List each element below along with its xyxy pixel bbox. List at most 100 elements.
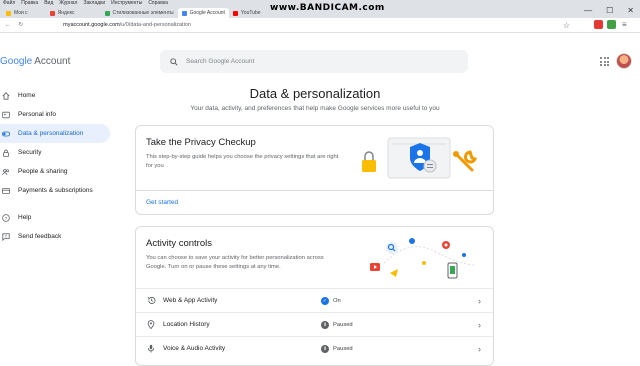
browser-tab-active[interactable]: Google Account — [177, 8, 229, 18]
activity-controls-illustration — [370, 238, 475, 279]
history-icon — [146, 296, 156, 305]
get-started-link[interactable]: Get started — [136, 190, 493, 215]
privacy-checkup-illustration — [362, 137, 478, 179]
logo-wordmark: Google — [0, 56, 33, 67]
status-text: Paused — [333, 345, 353, 352]
tab-label: Мои с — [14, 10, 28, 16]
address-bar: ← ↻ myaccount.google.com/u/0/data-and-pe… — [0, 18, 640, 33]
search-icon — [170, 57, 178, 66]
sidebar-item-send-feedback[interactable]: Send feedback — [0, 227, 110, 246]
sidebar-item-label: People & sharing — [18, 168, 68, 175]
status-text: Paused — [333, 321, 353, 328]
sidebar-item-home[interactable]: Home — [0, 86, 110, 105]
tab-label: YouTube — [240, 10, 261, 16]
sidebar-item-people-sharing[interactable]: People & sharing — [0, 162, 110, 181]
menu-item-file[interactable]: Файл — [3, 0, 15, 7]
google-apps-icon[interactable] — [600, 57, 609, 66]
privacy-checkup-card: Take the Privacy Checkup This step-by-st… — [135, 125, 494, 215]
menu-icon[interactable]: ≡ — [622, 20, 631, 29]
check-icon: ✓ — [321, 296, 329, 305]
status-text: On — [333, 297, 341, 304]
menu-item-tools[interactable]: Инструменты — [111, 0, 142, 7]
toggle-icon — [2, 130, 10, 138]
recorder-watermark: www.BANDICAM.com — [270, 3, 385, 13]
pause-icon: Ⅱ — [321, 344, 329, 353]
menu-item-history[interactable]: Журнал — [59, 0, 77, 7]
browser-tab[interactable]: YouTube — [229, 8, 265, 18]
menu-item-help[interactable]: Справка — [148, 0, 168, 7]
home-icon — [2, 91, 10, 100]
search-placeholder: Search Google Account — [186, 58, 255, 65]
chevron-right-icon: › — [478, 319, 481, 330]
people-icon — [2, 168, 10, 176]
card-description: You can choose to save your activity for… — [146, 255, 324, 270]
avatar[interactable] — [616, 53, 632, 69]
sidebar-item-label: Help — [18, 214, 32, 221]
tab-label: Яндекс — [57, 10, 75, 16]
card-title: Activity controls — [146, 238, 212, 249]
status-badge: Ⅱ Paused — [321, 344, 353, 353]
activity-row-label: Web & App Activity — [163, 297, 218, 304]
feedback-icon — [2, 232, 10, 241]
browser-tab[interactable]: Мои с — [2, 8, 32, 18]
location-pin-icon — [146, 320, 156, 329]
close-icon[interactable]: ✕ — [627, 6, 634, 15]
sidebar-item-label: Personal info — [18, 111, 56, 118]
status-badge: Ⅱ Paused — [321, 320, 353, 329]
sidebar-item-personal-info[interactable]: Personal info — [0, 105, 110, 124]
card-icon — [2, 187, 10, 195]
tab-favicon-icon — [6, 10, 11, 16]
page-title: Data & personalization — [249, 86, 381, 101]
sidebar-item-payments[interactable]: Payments & subscriptions — [0, 181, 110, 200]
microphone-icon — [146, 344, 156, 353]
tab-favicon-icon — [104, 10, 110, 16]
activity-row-label: Location History — [163, 321, 210, 328]
chevron-right-icon: › — [478, 295, 481, 306]
extension-icon[interactable] — [607, 20, 616, 29]
tab-label: Google Account — [189, 10, 225, 16]
page-subtitle: Your data, activity, and preferences tha… — [190, 105, 440, 112]
extension-icon[interactable] — [594, 20, 603, 29]
sidebar-item-label: Data & personalization — [18, 130, 84, 137]
activity-row-web-app[interactable]: Web & App Activity ✓ On › — [136, 288, 493, 312]
url-field[interactable]: myaccount.google.com/u/0/data-and-person… — [63, 22, 191, 28]
activity-row-label: Voice & Audio Activity — [163, 345, 226, 352]
activity-controls-card: Activity controls You can choose to save… — [135, 226, 494, 366]
sidebar-item-data-personalization[interactable]: Data & personalization — [0, 124, 110, 143]
search-input[interactable]: Search Google Account — [160, 50, 468, 73]
activity-row-location-history[interactable]: Location History Ⅱ Paused › — [136, 312, 493, 336]
browser-tab[interactable]: Яндекс — [46, 8, 79, 18]
svg-text:?: ? — [5, 215, 8, 221]
sidebar-item-help[interactable]: ? Help — [0, 208, 110, 227]
tab-favicon-icon — [232, 10, 238, 16]
chevron-right-icon: › — [478, 343, 481, 354]
lock-icon — [2, 149, 10, 157]
card-description: This step-by-step guide helps you choose… — [146, 154, 339, 169]
tab-favicon-icon — [181, 10, 187, 16]
menu-item-view[interactable]: Вид — [44, 0, 53, 7]
logo-suffix: Account — [34, 56, 71, 67]
window-controls: — ☐ ✕ — [584, 6, 634, 15]
bookmark-star-icon[interactable]: ☆ — [563, 21, 570, 30]
pause-icon: Ⅱ — [321, 320, 329, 329]
menu-item-edit[interactable]: Правка — [21, 0, 38, 7]
browser-tab[interactable]: Стилизованные элементы — [101, 8, 178, 18]
maximize-icon[interactable]: ☐ — [606, 6, 613, 15]
sidebar-item-label: Security — [18, 149, 42, 156]
sidebar-item-label: Home — [18, 92, 36, 99]
reload-icon[interactable]: ↻ — [19, 22, 24, 28]
person-icon — [2, 111, 10, 119]
tab-favicon-icon — [49, 10, 55, 16]
sidebar-item-label: Payments & subscriptions — [18, 187, 93, 194]
sidebar-item-security[interactable]: Security — [0, 143, 110, 162]
sidebar: Home Personal info Data & personalizatio… — [0, 86, 110, 246]
status-badge: ✓ On — [321, 296, 341, 305]
menu-item-bookmarks[interactable]: Закладки — [83, 0, 105, 7]
tab-label: Стилизованные элементы — [112, 10, 174, 16]
minimize-icon[interactable]: — — [584, 6, 592, 15]
back-icon[interactable]: ← — [5, 22, 11, 28]
help-icon: ? — [2, 213, 10, 222]
sidebar-item-label: Send feedback — [18, 233, 62, 240]
google-account-logo[interactable]: Google Account — [0, 56, 70, 67]
activity-row-voice-audio[interactable]: Voice & Audio Activity Ⅱ Paused › — [136, 336, 493, 360]
